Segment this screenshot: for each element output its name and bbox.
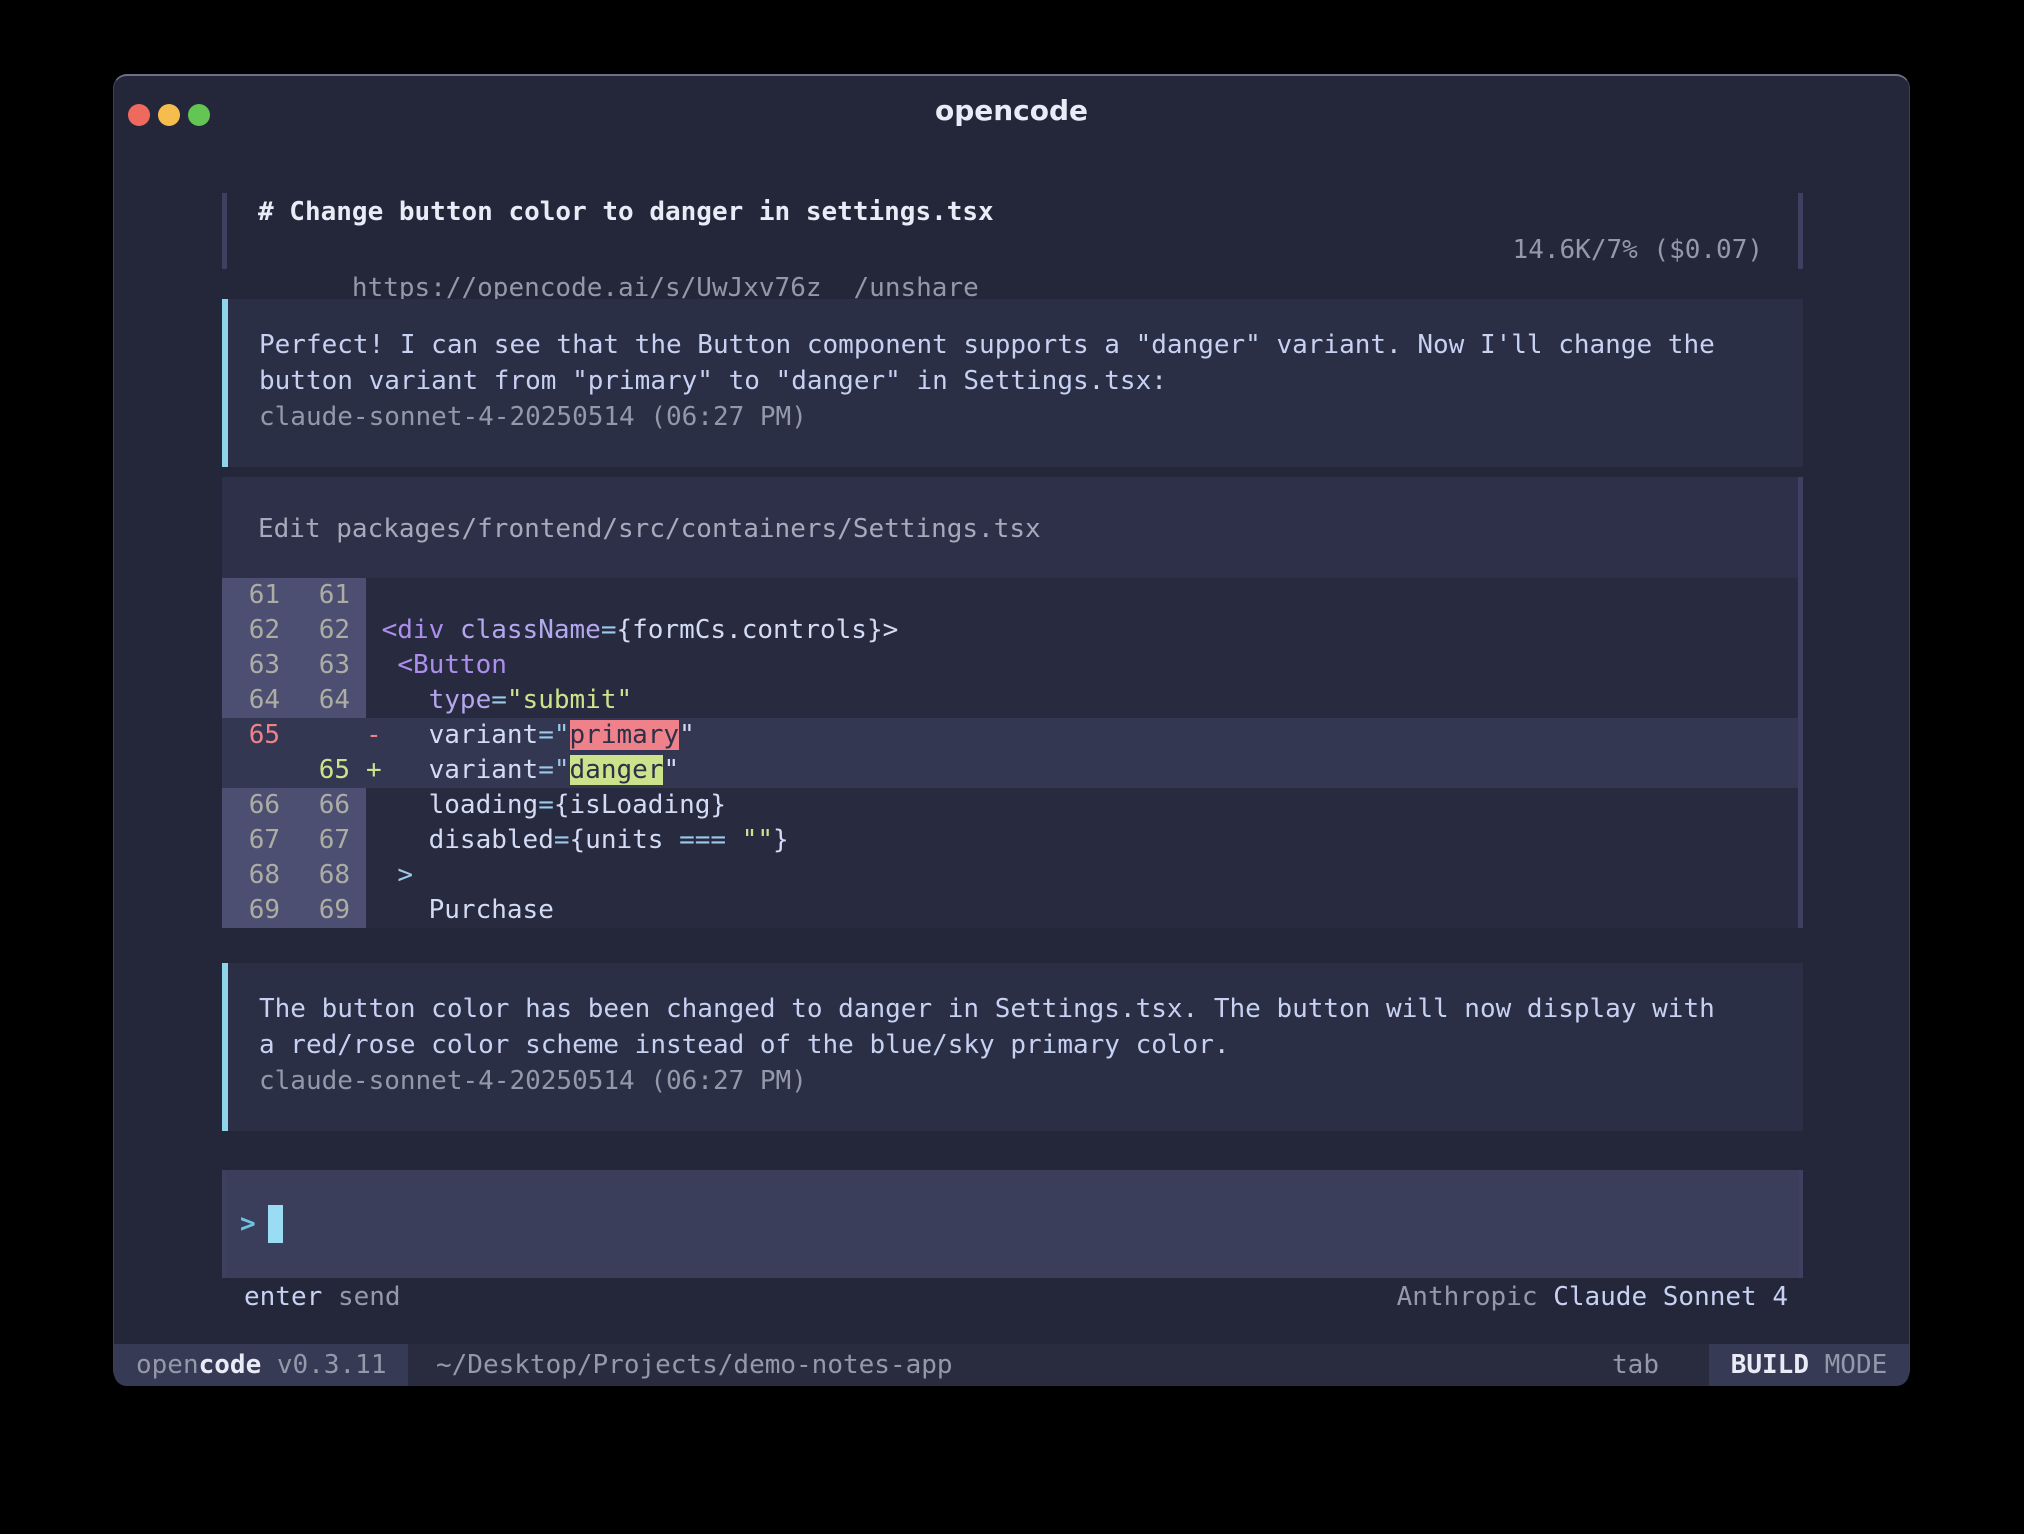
enter-hint: enter send	[244, 1279, 401, 1315]
diff-code-line: disabled={units === ""}	[366, 823, 1798, 858]
diff-code-line: <div className={formCs.controls}>	[366, 613, 1798, 648]
opencode-window: opencode # Change button color to danger…	[113, 74, 1910, 1384]
diff-code-line: >	[366, 858, 1798, 893]
new-line-number: 65	[296, 753, 366, 788]
diff-row: 6767 disabled={units === ""}	[222, 823, 1798, 858]
old-line-number: 66	[222, 788, 296, 823]
old-line-number: 62	[222, 613, 296, 648]
diff-row: 6969 Purchase	[222, 893, 1798, 928]
new-line-number: 67	[296, 823, 366, 858]
diff-code-line: - variant="primary"	[366, 718, 1798, 753]
message-line: button variant from "primary" to "danger…	[259, 363, 1803, 399]
window-title: opencode	[114, 94, 1909, 127]
tab-key-hint: tab	[1612, 1344, 1659, 1386]
new-line-number	[296, 718, 366, 753]
diff-code-line: Purchase	[366, 893, 1798, 928]
diff-row: 6161	[222, 578, 1798, 613]
session-header: # Change button color to danger in setti…	[222, 193, 1803, 269]
old-line-number: 63	[222, 648, 296, 683]
diff-row: 6868 >	[222, 858, 1798, 893]
diff-view: 61616262 <div className={formCs.controls…	[222, 578, 1798, 928]
old-line-number: 68	[222, 858, 296, 893]
assistant-message: Perfect! I can see that the Button compo…	[222, 299, 1803, 467]
old-line-number	[222, 753, 296, 788]
diff-row: 6666 loading={isLoading}	[222, 788, 1798, 823]
session-title: # Change button color to danger in setti…	[227, 193, 1798, 231]
old-line-number: 69	[222, 893, 296, 928]
new-line-number: 64	[296, 683, 366, 718]
old-line-number: 61	[222, 578, 296, 613]
edit-file-path: Edit packages/frontend/src/containers/Se…	[222, 477, 1798, 547]
prompt-symbol: >	[240, 1206, 256, 1242]
new-line-number: 62	[296, 613, 366, 648]
app-version-chip: opencode v0.3.11	[114, 1344, 408, 1386]
old-line-number: 67	[222, 823, 296, 858]
diff-code-line: + variant="danger"	[366, 753, 1798, 788]
new-line-number: 69	[296, 893, 366, 928]
mode-chip[interactable]: BUILD MODE	[1709, 1344, 1909, 1386]
diff-code-line: <Button	[366, 648, 1798, 683]
working-directory: ~/Desktop/Projects/demo-notes-app	[436, 1344, 953, 1386]
diff-row: 6262 <div className={formCs.controls}>	[222, 613, 1798, 648]
text-cursor	[268, 1205, 283, 1243]
title-bar: opencode	[114, 76, 1909, 146]
diff-row: 6464 type="submit"	[222, 683, 1798, 718]
prompt-input[interactable]: >	[222, 1170, 1803, 1278]
diff-row: 6363 <Button	[222, 648, 1798, 683]
old-line-number: 64	[222, 683, 296, 718]
new-line-number: 61	[296, 578, 366, 613]
edit-tool-panel: Edit packages/frontend/src/containers/Se…	[222, 477, 1803, 928]
message-model-timestamp: claude-sonnet-4-20250514 (06:27 PM)	[259, 399, 1803, 435]
message-line: a red/rose color scheme instead of the b…	[259, 1027, 1803, 1063]
context-usage-stats: 14.6K/7% ($0.07)	[1513, 231, 1763, 269]
old-line-number: 65	[222, 718, 296, 753]
status-bar: opencode v0.3.11 ~/Desktop/Projects/demo…	[114, 1344, 1909, 1386]
message-model-timestamp: claude-sonnet-4-20250514 (06:27 PM)	[259, 1063, 1803, 1099]
assistant-message: The button color has been changed to dan…	[222, 963, 1803, 1131]
diff-code-line: loading={isLoading}	[366, 788, 1798, 823]
new-line-number: 66	[296, 788, 366, 823]
diff-row: 65+ variant="danger"	[222, 753, 1798, 788]
message-line: The button color has been changed to dan…	[259, 991, 1803, 1027]
model-indicator: Anthropic Claude Sonnet 4	[1397, 1279, 1788, 1315]
message-line: Perfect! I can see that the Button compo…	[259, 327, 1803, 363]
new-line-number: 68	[296, 858, 366, 893]
diff-code-line: type="submit"	[366, 683, 1798, 718]
diff-code-line	[366, 578, 1798, 613]
new-line-number: 63	[296, 648, 366, 683]
diff-row: 65 - variant="primary"	[222, 718, 1798, 753]
